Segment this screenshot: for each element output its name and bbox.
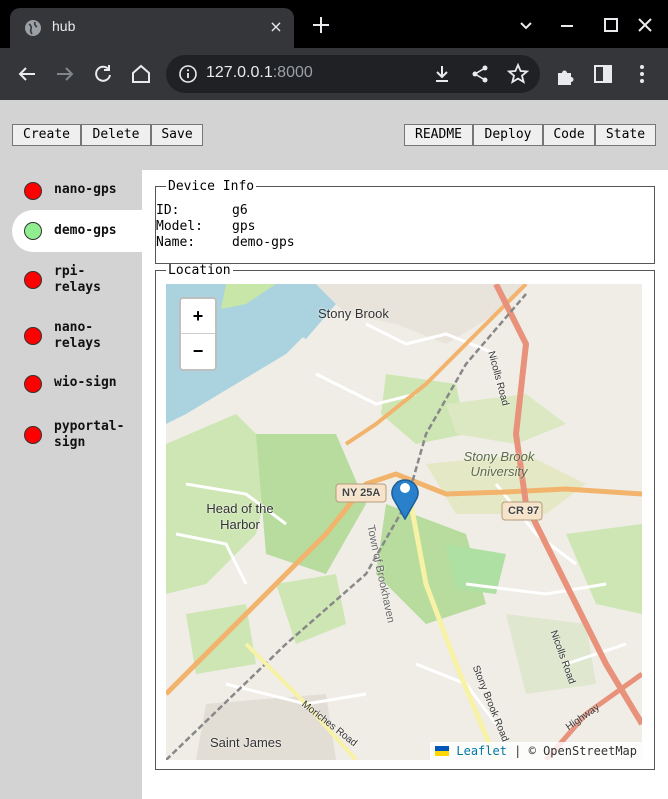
save-button[interactable]: Save [151, 124, 203, 146]
name-label: Name: [156, 235, 196, 250]
leaflet-link[interactable]: Leaflet [456, 744, 507, 758]
device-label: nano-gps [54, 182, 117, 197]
browser-tab[interactable]: hub × [10, 8, 294, 48]
bookmark-star-icon[interactable] [506, 62, 530, 86]
device-item-nano-gps[interactable]: nano-gps [12, 170, 142, 212]
location-legend: Location [168, 263, 231, 278]
readme-button[interactable]: README [404, 124, 473, 146]
back-arrow-icon[interactable] [15, 62, 39, 86]
forward-arrow-icon[interactable] [53, 62, 77, 86]
id-label: ID: [156, 203, 180, 218]
address-bar[interactable]: 127.0.0.1:8000 [166, 55, 540, 93]
location-map[interactable]: Stony Brook Stony Brook University Head … [166, 284, 642, 760]
device-label: demo-gps [54, 223, 117, 238]
delete-button[interactable]: Delete [81, 124, 151, 146]
attribution-separator: | © [506, 744, 544, 758]
device-item-demo-gps[interactable]: demo-gps [12, 210, 142, 252]
map-label-stony-brook: Stony Brook [318, 306, 389, 321]
id-value: g6 [232, 203, 248, 218]
ukraine-flag-icon [435, 746, 450, 756]
zoom-control: + − [179, 297, 217, 371]
status-dot [24, 426, 42, 444]
globe-icon [25, 20, 41, 36]
map-marker-icon[interactable] [390, 474, 420, 520]
url-port: :8000 [272, 64, 313, 81]
map-label-head-of-harbor: Head of the Harbor [206, 501, 274, 532]
map-label-cr97: CR 97 [508, 505, 540, 517]
map-label-ny25a: NY 25A [342, 487, 381, 499]
reload-icon[interactable] [91, 62, 115, 86]
openstreetmap-link[interactable]: OpenStreetMap [543, 744, 637, 758]
map-label-saint-james: Saint James [210, 735, 282, 750]
device-label: wio-sign [54, 375, 117, 390]
status-dot [24, 327, 42, 345]
model-value: gps [232, 219, 256, 234]
close-window-icon[interactable] [634, 14, 656, 36]
url-text: 127.0.0.1:8000 [206, 64, 313, 82]
map-attribution: Leaflet | © OpenStreetMap [430, 742, 642, 760]
extensions-puzzle-icon[interactable] [554, 64, 578, 88]
zoom-out-button[interactable]: − [181, 334, 215, 368]
download-icon[interactable] [430, 62, 454, 86]
create-button[interactable]: Create [12, 124, 81, 146]
tab-search-chevron-icon[interactable] [515, 14, 537, 36]
device-label: nano- relays [54, 320, 101, 351]
status-dot [24, 222, 42, 240]
device-info-fieldset: Device Info [155, 179, 655, 264]
device-item-nano-relays[interactable]: nano- relays [12, 314, 142, 356]
tab-title: hub [52, 18, 76, 34]
menu-kebab-icon[interactable] [630, 62, 654, 86]
model-label: Model: [156, 219, 203, 234]
deploy-button[interactable]: Deploy [473, 124, 543, 146]
name-value: demo-gps [232, 235, 295, 250]
device-item-wio-sign[interactable]: wio-sign [12, 363, 142, 405]
status-dot [24, 375, 42, 393]
browser-toolbar: 127.0.0.1:8000 [0, 48, 668, 100]
minimize-icon[interactable] [556, 14, 578, 36]
app-root: Create Delete Save README Deploy Code St… [0, 100, 668, 799]
status-dot [24, 271, 42, 289]
device-label: rpi- relays [54, 264, 101, 295]
share-icon[interactable] [468, 62, 492, 86]
device-info-legend: Device Info [168, 179, 255, 194]
url-host: 127.0.0.1 [206, 64, 273, 81]
device-detail-panel: Device Info ID: g6 Model: gps Name: demo… [142, 170, 668, 799]
zoom-in-button[interactable]: + [181, 299, 215, 333]
home-icon[interactable] [129, 62, 153, 86]
side-panel-icon[interactable] [591, 62, 615, 86]
browser-tab-bar: hub × [0, 0, 668, 48]
code-button[interactable]: Code [543, 124, 595, 146]
new-tab-icon[interactable] [310, 14, 332, 36]
device-item-rpi-relays[interactable]: rpi- relays [12, 258, 142, 300]
status-dot [24, 182, 42, 200]
tab-close-icon[interactable]: × [266, 17, 286, 37]
state-button[interactable]: State [595, 124, 656, 146]
maximize-icon[interactable] [600, 14, 622, 36]
device-item-pyportal-sign[interactable]: pyportal- sign [12, 413, 142, 455]
map-label-university: Stony Brook University [463, 449, 535, 479]
site-info-icon[interactable] [178, 64, 198, 84]
device-label: pyportal- sign [54, 419, 125, 450]
